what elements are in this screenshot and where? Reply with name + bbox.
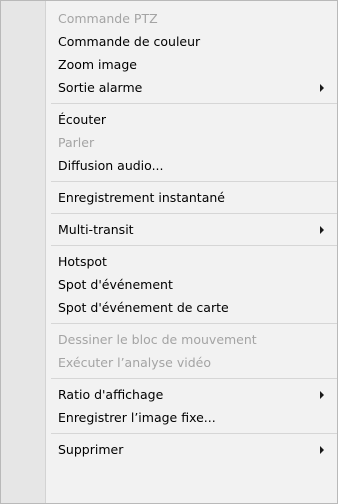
menu-separator [51,323,337,324]
menu-items: Commande PTZ Commande de couleur Zoom imag… [1,7,337,461]
menu-item-label: Enregistrement instantané [58,190,225,205]
menu-separator [51,378,337,379]
menu-item-label: Exécuter l’analyse vidéo [58,355,211,370]
menu-item-label: Zoom image [58,57,137,72]
menu-item-enregistrer-l-image-fixe[interactable]: Enregistrer l’image fixe... [1,406,337,429]
menu-item-ratio-d-affichage[interactable]: Ratio d'affichage [1,383,337,406]
menu-item-sortie-alarme[interactable]: Sortie alarme [1,76,337,99]
menu-separator [51,213,337,214]
chevron-right-icon [320,446,324,454]
menu-item-label: Enregistrer l’image fixe... [58,410,216,425]
menu-item-zoom-image[interactable]: Zoom image [1,53,337,76]
menu-item-label: Ratio d'affichage [58,387,164,402]
menu-item-hotspot[interactable]: Hotspot [1,250,337,273]
menu-item-label: Spot d'événement de carte [58,300,229,315]
menu-item-label: Diffusion audio... [58,158,164,173]
menu-item-spot-d-evenement[interactable]: Spot d'événement [1,273,337,296]
menu-item-multi-transit[interactable]: Multi-transit [1,218,337,241]
menu-item-label: Écouter [58,112,107,127]
menu-item-label: Multi-transit [58,222,134,237]
menu-item-enregistrement-instantane[interactable]: Enregistrement instantané [1,186,337,209]
menu-item-diffusion-audio[interactable]: Diffusion audio... [1,154,337,177]
menu-separator [51,245,337,246]
menu-item-label: Spot d'événement [58,277,173,292]
menu-item-label: Dessiner le bloc de mouvement [58,332,257,347]
context-menu: Commande PTZ Commande de couleur Zoom imag… [0,0,338,504]
menu-item-label: Commande PTZ [58,11,158,26]
chevron-right-icon [320,391,324,399]
menu-separator [51,181,337,182]
menu-item-ecouter[interactable]: Écouter [1,108,337,131]
menu-item-dessiner-le-bloc-de-mouvement: Dessiner le bloc de mouvement [1,328,337,351]
menu-separator [51,433,337,434]
menu-item-commande-de-couleur[interactable]: Commande de couleur [1,30,337,53]
menu-separator [51,103,337,104]
menu-item-label: Sortie alarme [58,80,143,95]
menu-item-executer-l-analyse-video: Exécuter l’analyse vidéo [1,351,337,374]
menu-item-label: Parler [58,135,95,150]
menu-item-spot-d-evenement-de-carte[interactable]: Spot d'événement de carte [1,296,337,319]
menu-item-label: Hotspot [58,254,107,269]
menu-item-supprimer[interactable]: Supprimer [1,438,337,461]
menu-item-commande-ptz: Commande PTZ [1,7,337,30]
chevron-right-icon [320,226,324,234]
menu-item-parler: Parler [1,131,337,154]
menu-item-label: Commande de couleur [58,34,201,49]
chevron-right-icon [320,84,324,92]
menu-item-label: Supprimer [58,442,124,457]
